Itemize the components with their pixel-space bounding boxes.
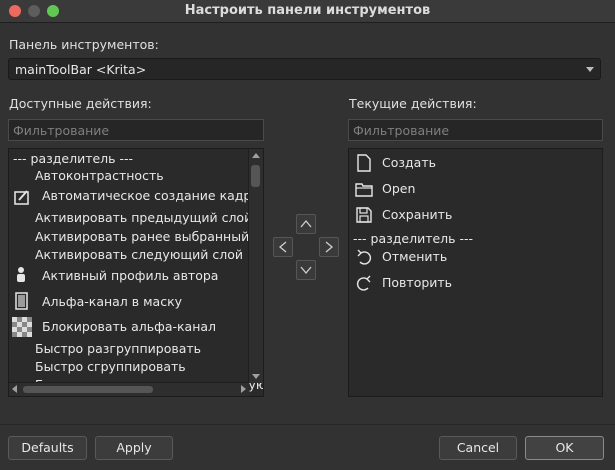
scroll-up-icon[interactable]: [252, 153, 260, 158]
title-bar: Настроить панели инструментов: [0, 0, 615, 23]
arrow-down-icon: [300, 266, 312, 275]
available-list-hscrollbar[interactable]: [9, 382, 249, 396]
ok-button[interactable]: OK: [525, 436, 604, 460]
window-title: Настроить панели инструментов: [184, 3, 431, 18]
vscroll-thumb[interactable]: [251, 165, 260, 187]
undo-icon: [354, 247, 374, 267]
current-action-label: --- разделитель ---: [353, 231, 474, 246]
arrow-up-icon: [300, 219, 312, 228]
chevron-down-icon: [586, 67, 594, 72]
save-icon: [354, 205, 374, 225]
available-action-label: Автоматическое создание кадров: [42, 188, 264, 203]
remove-action-button[interactable]: [273, 237, 293, 257]
current-action-label: Open: [382, 181, 416, 196]
toolbar-label: Панель инструментов:: [9, 37, 159, 52]
scroll-down-icon[interactable]: [252, 374, 260, 379]
available-actions-list[interactable]: Быстро сгруппировать в маскирующийБыстро…: [8, 148, 264, 397]
current-actions-label: Текущие действия:: [349, 96, 477, 111]
available-action-label: --- разделитель ---: [13, 151, 134, 166]
redo-icon: [354, 273, 374, 293]
current-actions-list[interactable]: Создать Open Сохранить --- разделитель --- О…: [348, 148, 603, 397]
apply-button[interactable]: Apply: [95, 436, 173, 460]
available-action-label: Быстро сгруппировать: [35, 359, 186, 374]
available-action-label: Блокировать альфа-канал: [42, 319, 217, 334]
toolbar-select[interactable]: mainToolBar <Krita>: [8, 58, 601, 80]
scroll-left-icon[interactable]: [12, 385, 17, 393]
cancel-button[interactable]: Cancel: [439, 436, 517, 460]
author-profile-icon: [12, 264, 32, 284]
current-action-label: Повторить: [382, 275, 453, 290]
arrow-right-icon: [325, 241, 334, 253]
current-action-label: Создать: [382, 155, 436, 170]
arrow-left-icon: [278, 241, 287, 253]
add-action-button[interactable]: [319, 237, 339, 257]
move-down-button[interactable]: [296, 260, 316, 280]
toolbar-select-value: mainToolBar <Krita>: [15, 62, 147, 77]
new-document-icon: [354, 153, 374, 173]
current-action-label: Сохранить: [382, 207, 453, 222]
available-action-label: Активировать предыдущий слой: [35, 210, 253, 225]
available-list-vscrollbar[interactable]: [248, 149, 263, 383]
folder-icon: [354, 179, 374, 199]
available-filter-input[interactable]: [8, 119, 264, 141]
available-action-label: Быстро разгруппировать: [35, 341, 202, 356]
available-action-label: Альфа-канал в маску: [42, 294, 183, 309]
auto-frame-icon: [12, 187, 32, 207]
current-action-label: Отменить: [382, 249, 448, 264]
available-action-label: Активировать следующий слой: [35, 247, 243, 262]
alpha-lock-icon: [12, 317, 32, 337]
available-action-label: Автоконтрастность: [35, 168, 164, 183]
scroll-right-icon[interactable]: [241, 385, 246, 393]
current-filter-input[interactable]: [348, 119, 603, 141]
available-action-label: Активировать ранее выбранный слой: [35, 229, 264, 244]
hscroll-thumb[interactable]: [23, 386, 153, 393]
move-up-button[interactable]: [296, 214, 316, 234]
available-action-label: Активный профиль автора: [42, 268, 219, 283]
defaults-button[interactable]: Defaults: [8, 436, 87, 460]
available-actions-label: Доступные действия:: [9, 96, 152, 111]
alpha-mask-icon: [12, 291, 32, 311]
footer-divider: [0, 424, 615, 425]
